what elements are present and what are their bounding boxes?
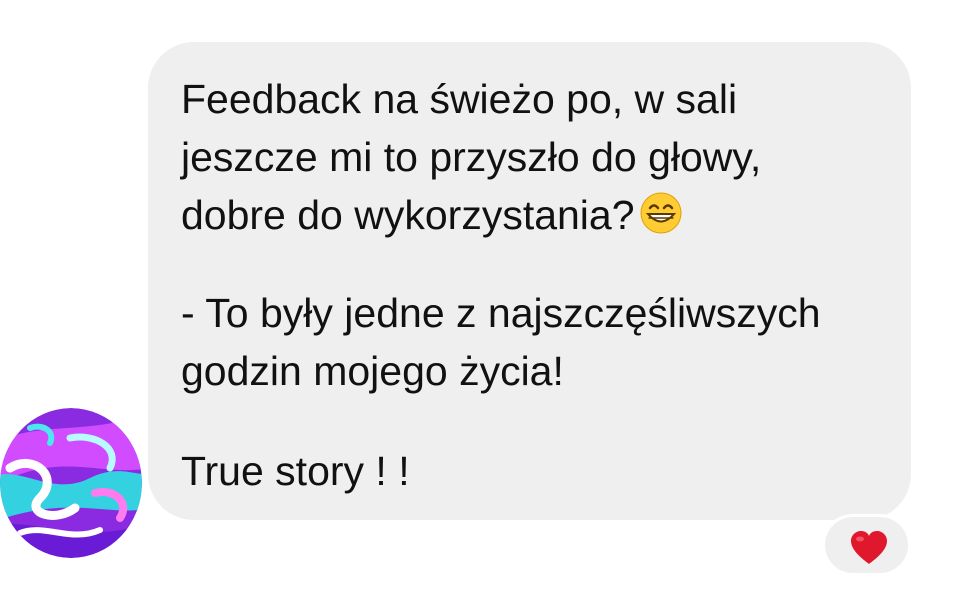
message-line: jeszcze mi to przyszło do głowy,	[181, 134, 762, 180]
message-line: - To były jedne z najszczęśliwszych	[181, 290, 821, 336]
message-line-text: dobre do wykorzystania?	[181, 192, 635, 238]
avatar-image	[0, 408, 142, 558]
message-line: Feedback na świeżo po, w sali	[181, 76, 738, 122]
red-heart-icon	[851, 531, 887, 564]
sender-avatar[interactable]	[0, 408, 142, 558]
message-bubble[interactable]: Feedback na świeżo po, w sali jeszcze mi…	[148, 42, 911, 520]
message-line: True story ! !	[181, 448, 410, 494]
reaction-badge[interactable]	[822, 514, 911, 576]
message-line-with-emoji: dobre do wykorzystania?	[181, 191, 683, 239]
message-line: godzin mojego życia!	[181, 348, 564, 394]
grinning-face-icon	[639, 191, 683, 235]
